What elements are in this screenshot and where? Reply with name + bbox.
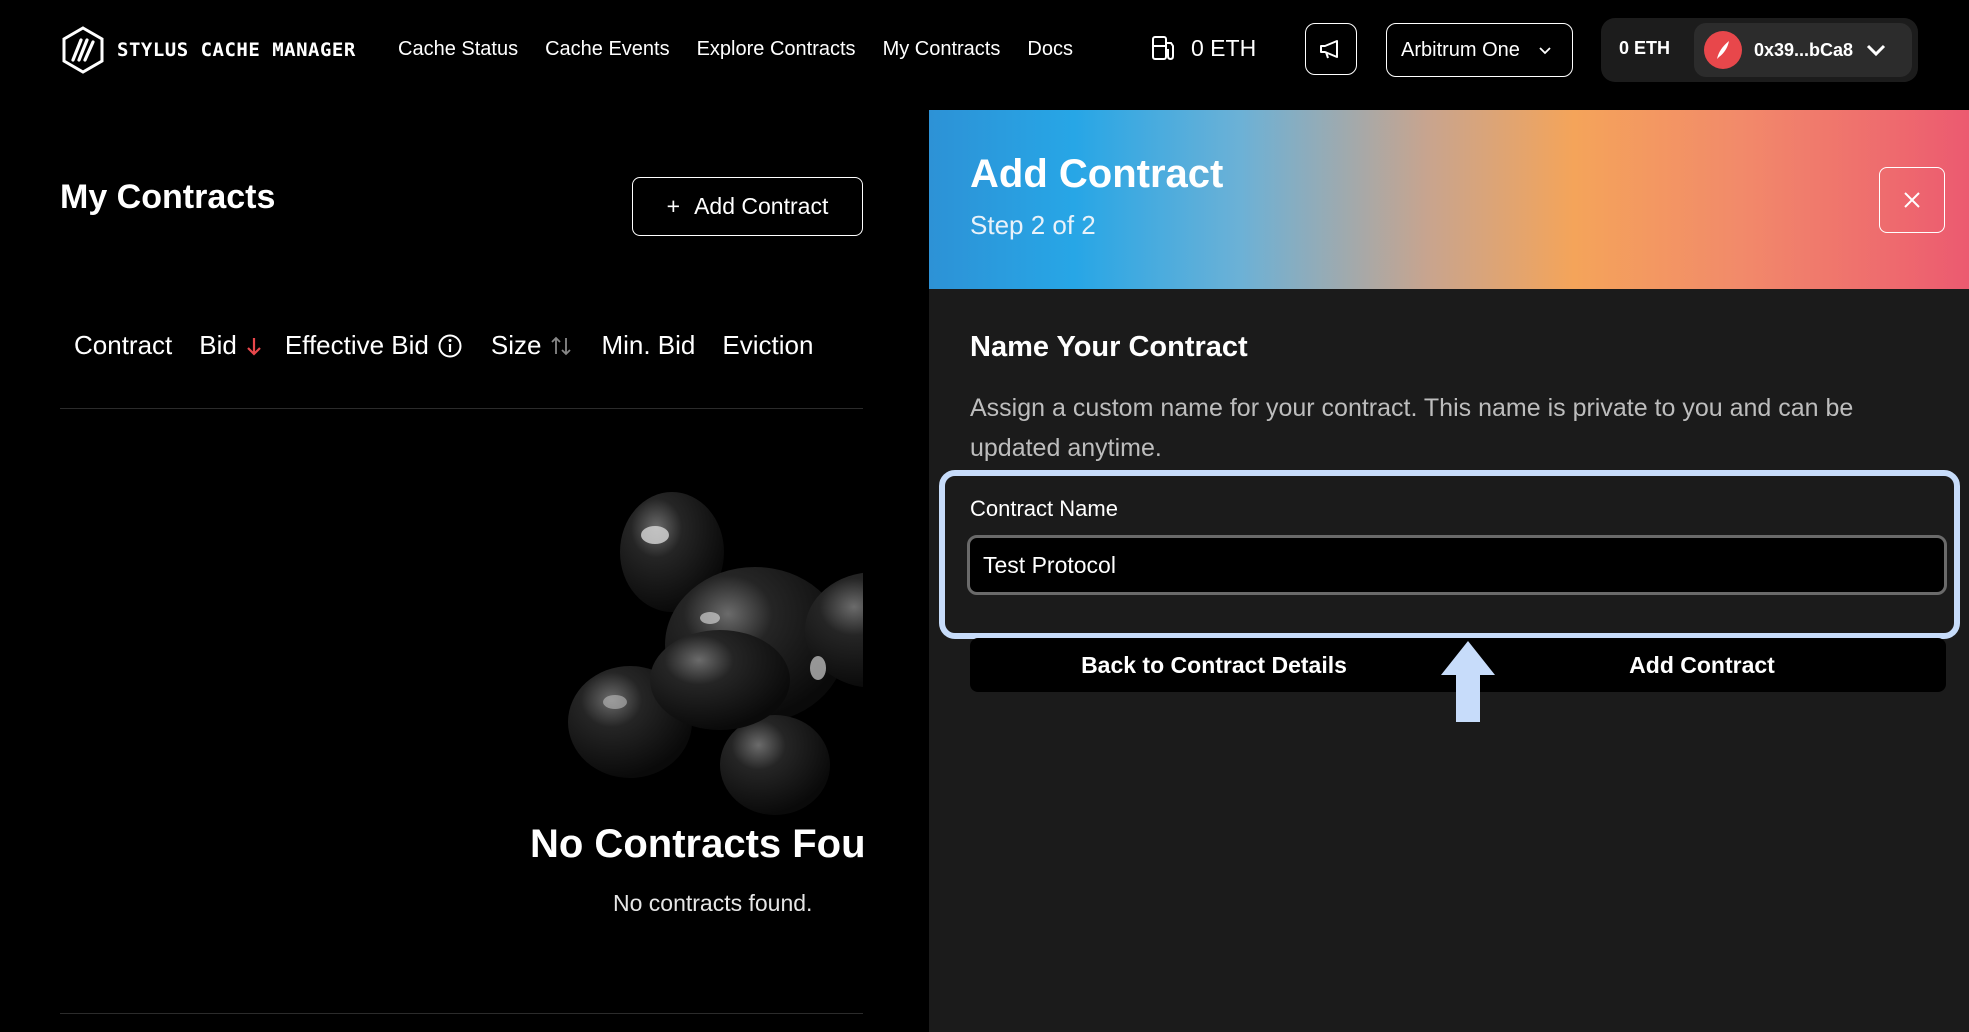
nav-my-contracts[interactable]: My Contracts <box>883 38 1001 61</box>
column-bid-label: Bid <box>199 330 237 360</box>
add-contract-label: Add Contract <box>694 193 829 219</box>
nav-docs[interactable]: Docs <box>1027 38 1073 61</box>
drawer-title: Add Contract <box>970 152 1224 196</box>
nav-cache-status[interactable]: Cache Status <box>398 38 518 61</box>
chevron-down-icon <box>1867 44 1886 57</box>
empty-state-illustration <box>560 480 863 820</box>
megaphone-icon <box>1320 40 1338 59</box>
plus-icon: + <box>666 193 681 219</box>
sort-icon <box>551 336 572 355</box>
add-contract-drawer: Add Contract Step 2 of 2 Name Your Contr… <box>929 110 1969 1032</box>
wallet-panel: 0 ETH 0x39...bCa8 <box>1601 18 1918 82</box>
submit-add-contract-button[interactable]: Add Contract <box>1458 638 1946 692</box>
main-nav: Cache Status Cache Events Explore Contra… <box>398 38 1073 61</box>
column-effective-bid-label: Effective Bid <box>284 330 429 360</box>
sort-descending-icon <box>247 337 261 356</box>
page-title: My Contracts <box>60 178 276 216</box>
column-min-bid[interactable]: Min. Bid <box>601 330 695 361</box>
empty-state-title: No Contracts Found <box>530 822 863 866</box>
up-arrow-icon <box>1441 641 1495 722</box>
gas-price: 0 ETH <box>1151 34 1256 62</box>
contract-name-label: Contract Name <box>970 496 1118 521</box>
nav-explore-contracts[interactable]: Explore Contracts <box>697 38 856 61</box>
column-size[interactable]: Size <box>491 330 574 361</box>
feather-icon <box>1717 41 1729 59</box>
column-min-bid-label: Min. Bid <box>601 330 696 360</box>
column-effective-bid[interactable]: Effective Bid <box>285 330 463 361</box>
gas-pump-icon <box>1152 36 1174 61</box>
gas-value: 0 ETH <box>1191 34 1257 61</box>
top-navigation: STYLUS CACHE MANAGER Cache Status Cache … <box>0 0 1969 100</box>
back-to-details-button[interactable]: Back to Contract Details <box>970 638 1458 692</box>
app-logo[interactable]: STYLUS CACHE MANAGER <box>61 26 356 74</box>
table-header: Contract Bid Effective Bid Size Min. Bid <box>60 320 863 380</box>
contract-name-input[interactable] <box>967 535 1947 595</box>
table-divider <box>60 408 863 409</box>
empty-state-subtitle: No contracts found. <box>613 890 813 916</box>
table-footer-divider <box>60 1013 863 1014</box>
account-avatar <box>1704 31 1742 69</box>
drawer-step: Step 2 of 2 <box>970 210 1096 240</box>
network-selector[interactable]: Arbitrum One <box>1386 23 1573 77</box>
close-icon <box>1904 192 1920 208</box>
app-name: STYLUS CACHE MANAGER <box>117 39 356 61</box>
close-button[interactable] <box>1879 167 1945 233</box>
column-eviction-label: Eviction <box>722 330 814 360</box>
section-title: Name Your Contract <box>970 331 1248 363</box>
column-size-label: Size <box>490 330 542 360</box>
section-description: Assign a custom name for your contract. … <box>970 394 1854 462</box>
announcements-button[interactable] <box>1305 23 1357 75</box>
column-contract-label: Contract <box>74 330 173 360</box>
chevron-down-icon <box>1539 47 1551 55</box>
column-bid[interactable]: Bid <box>199 330 263 361</box>
arbitrum-logo-icon <box>62 26 104 74</box>
column-eviction[interactable]: Eviction <box>722 330 813 361</box>
column-contract[interactable]: Contract <box>74 330 172 361</box>
network-label: Arbitrum One <box>1401 38 1520 61</box>
wallet-address: 0x39...bCa8 <box>1754 39 1854 60</box>
info-icon <box>438 334 462 357</box>
drawer-header: Add Contract Step 2 of 2 <box>929 110 1969 289</box>
nav-cache-events[interactable]: Cache Events <box>545 38 670 61</box>
account-button[interactable]: 0x39...bCa8 <box>1694 23 1912 77</box>
table-header-row: Contract Bid Effective Bid Size Min. Bid <box>74 330 813 361</box>
add-contract-button[interactable]: + Add Contract <box>632 177 863 236</box>
wallet-balance: 0 ETH <box>1619 38 1671 58</box>
